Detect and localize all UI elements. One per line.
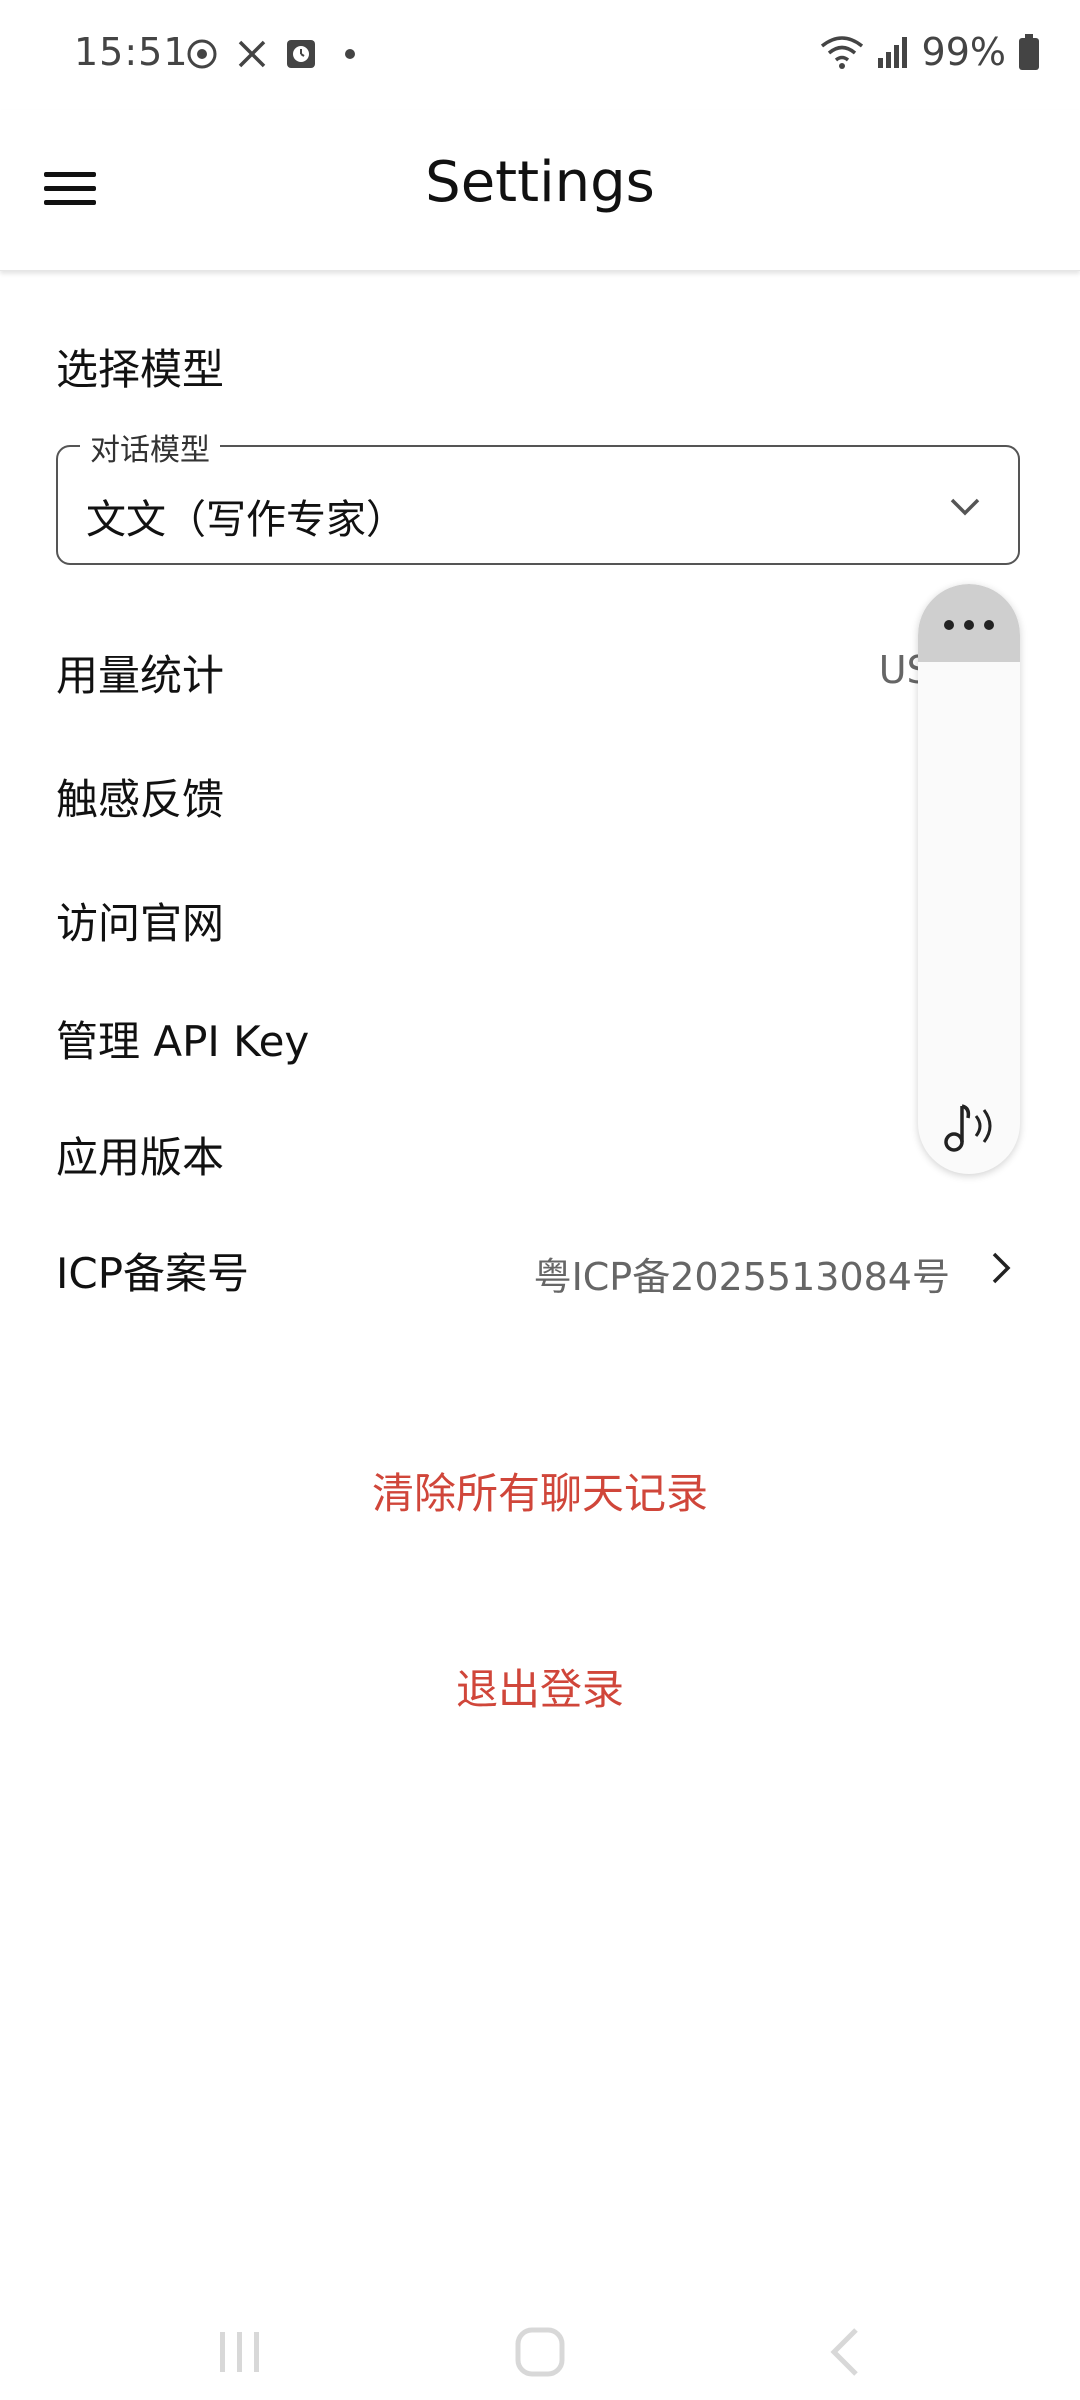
more-options-icon xyxy=(944,620,994,630)
manage-api-key-row[interactable]: 管理 API Key xyxy=(56,1008,1020,1088)
chevron-right-icon xyxy=(992,1252,1011,1284)
status-bar: 15:51 99% xyxy=(0,0,1080,110)
visit-website-row[interactable]: 访问官网 xyxy=(56,890,1020,970)
status-time: 15:51 xyxy=(74,30,189,74)
usage-stats-row[interactable]: 用量统计 USD xyxy=(56,642,1020,722)
status-notification-icons xyxy=(184,36,368,72)
floating-widget[interactable] xyxy=(918,584,1020,1174)
wifi-icon xyxy=(820,36,863,69)
settings-screen: 15:51 99% Settings 选择模型 对话模型 文文（写作专家） 用量… xyxy=(0,0,1080,2400)
music-sound-icon[interactable] xyxy=(938,1094,1002,1158)
model-select-value: 文文（写作专家） xyxy=(86,497,406,543)
floating-widget-handle[interactable] xyxy=(918,584,1020,662)
app-version-label: 应用版本 xyxy=(56,1133,225,1182)
sync-icon xyxy=(187,39,217,69)
usage-stats-label: 用量统计 xyxy=(56,651,225,700)
icp-row[interactable]: ICP备案号 粤ICP备2025513084号 xyxy=(56,1240,1020,1320)
haptic-feedback-label: 触感反馈 xyxy=(56,775,225,824)
app-bar: Settings xyxy=(0,110,1080,271)
icp-value: 粤ICP备2025513084号 xyxy=(533,1255,950,1299)
model-select-label: 对话模型 xyxy=(80,425,220,469)
clear-chat-history-button[interactable]: 清除所有聊天记录 xyxy=(0,1460,1080,1521)
signal-icon xyxy=(877,37,907,68)
system-nav-bar xyxy=(0,2300,1080,2400)
icp-label: ICP备案号 xyxy=(56,1249,250,1298)
battery-percent: 99% xyxy=(921,30,1006,74)
app-version-row: 应用版本 xyxy=(56,1124,1020,1204)
battery-icon xyxy=(1019,34,1039,70)
dot-icon xyxy=(345,49,355,59)
visit-website-label: 访问官网 xyxy=(56,899,225,948)
manage-api-key-label: 管理 API Key xyxy=(56,1017,310,1066)
chevron-down-icon xyxy=(950,498,980,516)
home-icon[interactable] xyxy=(510,2324,570,2380)
model-select[interactable]: 对话模型 文文（写作专家） xyxy=(56,425,1020,565)
page-title: Settings xyxy=(425,150,655,215)
back-icon[interactable] xyxy=(816,2324,876,2380)
logout-button[interactable]: 退出登录 xyxy=(0,1656,1080,1717)
status-system-icons: 99% xyxy=(820,30,1040,74)
recent-apps-icon[interactable] xyxy=(210,2324,270,2380)
model-section-title: 选择模型 xyxy=(56,345,225,394)
tools-off-icon xyxy=(238,40,266,68)
haptic-feedback-row[interactable]: 触感反馈 xyxy=(56,766,1020,846)
clock-app-icon xyxy=(287,40,315,68)
